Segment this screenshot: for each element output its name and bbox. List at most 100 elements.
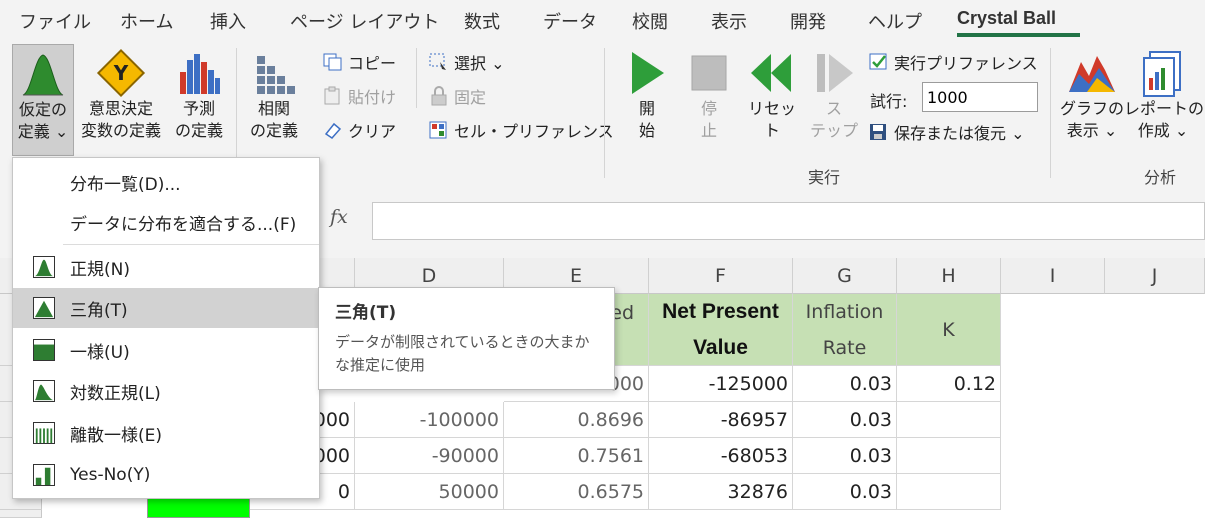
trials-input[interactable] xyxy=(922,82,1038,112)
table-cell[interactable] xyxy=(897,474,1001,510)
triangular-distribution-icon xyxy=(33,297,55,319)
column-header-j[interactable]: J xyxy=(1105,258,1205,294)
tooltip-body: データが制限されているときの大まかな推定に使用 xyxy=(335,333,590,374)
define-assumption-button[interactable]: 仮定の 定義 ⌄ xyxy=(12,44,74,156)
menu-item-fit-distribution[interactable]: データに分布を適合する...(F) xyxy=(13,202,319,242)
tab-home[interactable]: ホーム xyxy=(120,8,173,34)
column-header-h[interactable]: H xyxy=(897,258,1001,294)
step-label-2: テップ xyxy=(809,121,858,140)
save-disk-icon xyxy=(870,124,886,140)
menu-item-triangular[interactable]: 三角(T) xyxy=(13,288,319,328)
define-decision-label-1: 意思決定 xyxy=(88,99,153,118)
tab-developer[interactable]: 開発 xyxy=(790,8,826,34)
stop-icon xyxy=(691,55,727,91)
table-cell[interactable] xyxy=(897,402,1001,438)
tab-page-layout[interactable]: ページ レイアウト xyxy=(290,8,439,34)
table-cell[interactable]: 0.03 xyxy=(793,366,897,402)
view-charts-label-2: 表示 ⌄ xyxy=(1066,121,1118,140)
define-forecast-label-1: 予測 xyxy=(182,99,215,118)
menu-item-normal[interactable]: 正規(N) xyxy=(13,247,319,287)
clear-button[interactable]: クリア xyxy=(322,118,396,142)
save-restore-button[interactable]: 保存または復元 ⌄ xyxy=(868,120,1025,144)
clear-label: クリア xyxy=(348,122,397,141)
table-cell[interactable]: 0.03 xyxy=(793,474,897,510)
run-group-label: 実行 xyxy=(808,168,841,187)
start-label-1: 開 xyxy=(638,99,655,118)
assumption-cell-highlight[interactable] xyxy=(147,498,250,518)
freeze-button[interactable]: 固定 xyxy=(428,84,486,108)
table-cell[interactable]: 0.7561 xyxy=(504,438,649,474)
view-charts-button[interactable]: グラフの 表示 ⌄ xyxy=(1060,44,1124,154)
rewind-icon xyxy=(751,54,791,92)
table-cell[interactable]: 0.6575 xyxy=(504,474,649,510)
header-cell-inflation[interactable]: Inflation Rate xyxy=(793,294,897,366)
tooltip-title: 三角(T) xyxy=(335,303,397,323)
menu-item-label: 分布一覧(D)... xyxy=(70,174,181,195)
table-cell[interactable] xyxy=(897,438,1001,474)
table-cell[interactable]: -86957 xyxy=(649,402,793,438)
header-inflation-line2: Rate xyxy=(822,336,867,359)
define-correlation-label-1: 相関 xyxy=(257,99,290,118)
tab-file[interactable]: ファイル xyxy=(19,8,91,34)
tab-help[interactable]: ヘルプ xyxy=(868,8,922,34)
tab-view[interactable]: 表示 xyxy=(711,8,747,34)
table-cell[interactable]: 0.03 xyxy=(793,438,897,474)
tab-crystal-ball[interactable]: Crystal Ball xyxy=(957,8,1056,29)
menu-item-discrete-uniform[interactable]: 離散一様(E) xyxy=(13,413,319,453)
tab-data[interactable]: データ xyxy=(543,8,597,34)
active-tab-indicator xyxy=(957,33,1080,37)
table-cell[interactable]: -68053 xyxy=(649,438,793,474)
cell-preferences-button[interactable]: セル・プリファレンス xyxy=(428,118,614,142)
start-button[interactable]: 開 始 xyxy=(622,48,672,148)
menu-item-label: 一様(U) xyxy=(70,342,130,363)
paste-button[interactable]: 貼付け xyxy=(322,84,396,108)
run-preferences-icon xyxy=(869,53,887,70)
paste-icon xyxy=(324,86,340,105)
define-decision-button[interactable]: Y 意思決定 変数の定義 xyxy=(76,44,166,156)
define-correlation-button[interactable]: 相関 の定義 xyxy=(244,44,304,156)
tab-review[interactable]: 校閲 xyxy=(632,8,668,34)
paste-label: 貼付け xyxy=(348,88,397,107)
stop-button[interactable]: 停 止 xyxy=(684,48,734,148)
column-header-i[interactable]: I xyxy=(1001,258,1105,294)
define-forecast-label-2: の定義 xyxy=(174,121,223,140)
table-cell[interactable]: -100000 xyxy=(355,402,504,438)
select-label: 選択 ⌄ xyxy=(454,54,505,73)
reset-button[interactable]: リセッ ト xyxy=(744,48,800,148)
tab-insert[interactable]: 挿入 xyxy=(210,8,246,34)
tab-formulas[interactable]: 数式 xyxy=(464,8,500,34)
table-cell[interactable]: -125000 xyxy=(649,366,793,402)
select-button[interactable]: 選択 ⌄ xyxy=(428,50,505,74)
copy-button[interactable]: コピー xyxy=(322,50,396,74)
menu-item-distribution-gallery[interactable]: 分布一覧(D)... xyxy=(13,162,319,202)
table-cell[interactable]: 0.8696 xyxy=(504,402,649,438)
column-header-g[interactable]: G xyxy=(793,258,897,294)
save-restore-label: 保存または復元 ⌄ xyxy=(894,124,1025,143)
header-cell-k[interactable]: K xyxy=(897,294,1001,366)
row-header[interactable] xyxy=(0,510,42,518)
stop-label-2: 止 xyxy=(700,121,717,140)
header-cell-npv[interactable]: Net Present Value xyxy=(649,294,793,366)
step-button[interactable]: ス テップ xyxy=(806,48,862,152)
discrete-uniform-distribution-icon xyxy=(33,422,55,444)
ribbon-separator xyxy=(416,48,417,108)
step-icon xyxy=(817,54,853,92)
correlation-matrix-icon xyxy=(257,56,295,94)
menu-item-uniform[interactable]: 一様(U) xyxy=(13,330,319,370)
table-cell[interactable]: 50000 xyxy=(355,474,504,510)
define-forecast-button[interactable]: 予測 の定義 xyxy=(170,44,228,156)
table-cell[interactable]: 0.12 xyxy=(897,366,1001,402)
menu-item-lognormal[interactable]: 対数正規(L) xyxy=(13,371,319,411)
column-header-f[interactable]: F xyxy=(649,258,793,294)
table-cell[interactable]: -90000 xyxy=(355,438,504,474)
function-icon[interactable]: fx xyxy=(330,206,348,228)
formula-input[interactable] xyxy=(372,202,1205,240)
table-cell[interactable]: 0.03 xyxy=(793,402,897,438)
table-cell[interactable]: 32876 xyxy=(649,474,793,510)
analyze-group-label: 分析 xyxy=(1144,168,1177,187)
create-report-button[interactable]: レポートの 作成 ⌄ xyxy=(1124,44,1204,154)
run-preferences-button[interactable]: 実行プリファレンス xyxy=(868,50,1038,74)
define-correlation-label-2: の定義 xyxy=(249,121,298,140)
menu-item-yes-no[interactable]: Yes-No(Y) xyxy=(13,455,319,495)
run-preferences-label: 実行プリファレンス xyxy=(894,54,1038,73)
